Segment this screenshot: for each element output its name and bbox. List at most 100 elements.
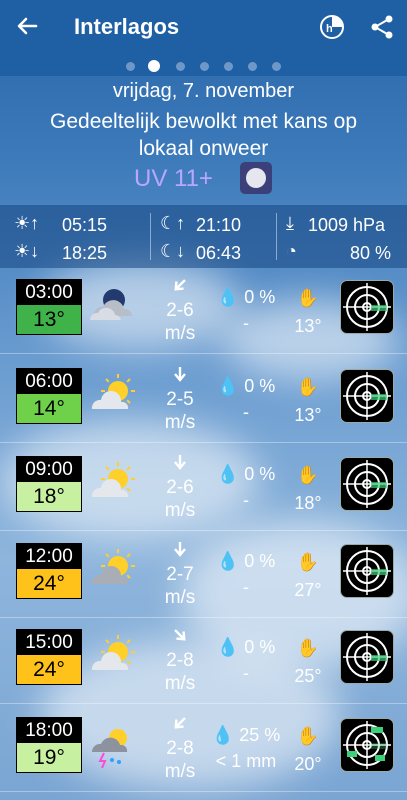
crosshair-icon <box>343 547 391 595</box>
hour-temp: 24° <box>17 569 81 598</box>
sunset-icon: ☀↓ <box>14 241 40 261</box>
radar-thumbnail[interactable] <box>340 369 394 423</box>
weather-description: Gedeeltelijk bewolkt met kans op lokaal … <box>50 110 357 160</box>
hour-time: 12:00 <box>17 544 81 569</box>
hour-time: 03:00 <box>17 280 81 305</box>
wind-direction-icon <box>174 455 186 470</box>
hand-icon: ✋ <box>296 377 320 397</box>
hour-temp: 19° <box>17 743 81 772</box>
wind-direction-icon <box>174 542 186 557</box>
precip-amount: - <box>243 402 249 422</box>
feels-like: ✋ 20° <box>286 722 330 778</box>
wind-range: 2-8 <box>166 650 194 671</box>
wind-speed: 2-8 m/s <box>150 626 210 695</box>
time-temp-box: 15:00 24° <box>16 629 82 685</box>
wind-speed: 2-6 m/s <box>150 276 210 345</box>
hourly-mode-icon[interactable]: h <box>319 14 345 40</box>
radar-thumbnail[interactable] <box>340 280 394 334</box>
wind-direction-icon <box>174 629 186 641</box>
feels-like-temp: 18° <box>294 493 322 513</box>
hour-temp: 18° <box>17 482 81 511</box>
wind-range: 2-7 <box>166 564 194 585</box>
precipitation: 💧 0 % - <box>206 548 286 600</box>
hand-icon: ✋ <box>296 552 320 572</box>
page-indicator[interactable] <box>0 56 407 76</box>
svg-text:h: h <box>326 23 333 35</box>
time-temp-box: 18:00 19° <box>16 717 82 773</box>
hourly-row[interactable]: 15:00 24° 2-8 m/s 💧 0 % - ✋ 25° <box>0 618 407 704</box>
pressure-icon: ⤓ <box>286 213 294 233</box>
moonset-time: 06:43 <box>196 243 242 263</box>
hour-time: 18:00 <box>17 718 81 743</box>
radar-thumbnail[interactable] <box>340 457 394 511</box>
pressure-value: 1009 hPa <box>308 215 386 235</box>
wind-unit: m/s <box>164 500 196 521</box>
radar-thumbnail[interactable] <box>340 630 394 684</box>
page-title: Interlagos <box>74 14 180 39</box>
forecast-date: vrijdag, 7. november <box>112 80 295 102</box>
back-arrow-icon[interactable] <box>14 12 42 40</box>
precip-amount: - <box>243 313 249 333</box>
crosshair-icon <box>343 721 391 769</box>
sun-cloud-icon <box>91 374 135 409</box>
hour-time: 15:00 <box>17 630 81 655</box>
hourly-row[interactable]: 18:00 19° 2-8 m/s 💧 25 % < 1 mm ✋ 20° <box>0 706 407 792</box>
share-icon[interactable] <box>368 13 396 41</box>
feels-like: ✋ 25° <box>286 634 330 690</box>
sun-moon-strip: ☀↑ 05:15 ☀↓ 18:25 ☾↑ 21:10 ☾↓ 06:43 ⤓ 10… <box>0 205 407 268</box>
hourly-row[interactable]: 03:00 13° 2-6 m/s 💧 0 % - ✋ 13° <box>0 268 407 354</box>
row-divider <box>0 442 407 443</box>
precip-amount: - <box>243 577 249 597</box>
uv-index: UV 11+ <box>134 165 213 192</box>
precip-chance: 0 % <box>244 551 276 571</box>
feels-like: ✋ 13° <box>286 284 330 340</box>
hourly-row[interactable]: 12:00 24° 2-7 m/s 💧 0 % - ✋ 27° <box>0 532 407 618</box>
precip-chance: 0 % <box>244 287 276 307</box>
feels-like: ✋ 27° <box>286 548 330 604</box>
sunrise-icon: ☀↑ <box>14 213 40 233</box>
radar-thumbnail[interactable] <box>340 718 394 772</box>
sun-fog-cloud-icon <box>91 549 135 584</box>
moon-phase-icon <box>240 162 272 194</box>
wind-speed: 2-7 m/s <box>150 540 210 609</box>
precip-chance: 25 % <box>239 725 281 745</box>
drop-icon: 💧 <box>216 551 240 571</box>
precipitation: 💧 0 % - <box>206 461 286 513</box>
row-divider <box>0 791 407 792</box>
crosshair-icon <box>343 633 391 681</box>
moonrise-time: 21:10 <box>196 215 242 235</box>
hourly-row[interactable]: 09:00 18° 2-6 m/s 💧 0 % - ✋ 18° <box>0 445 407 531</box>
precip-amount: - <box>243 663 249 683</box>
precipitation: 💧 25 % < 1 mm <box>206 722 286 774</box>
precipitation: 💧 0 % - <box>206 373 286 425</box>
humidity-value: 80 % <box>350 243 392 263</box>
feels-like-temp: 20° <box>294 754 322 774</box>
wind-speed: 2-6 m/s <box>150 453 210 522</box>
crosshair-icon <box>343 283 391 331</box>
drop-icon: 💧 <box>216 637 240 657</box>
wind-direction-icon <box>174 367 186 382</box>
drop-icon: 💧 <box>216 464 240 484</box>
crosshair-icon <box>343 460 391 508</box>
time-temp-box: 12:00 24° <box>16 543 82 599</box>
time-temp-box: 06:00 14° <box>16 368 82 424</box>
drop-icon: 💧 <box>216 376 240 396</box>
wind-unit: m/s <box>164 673 196 694</box>
wind-speed: 2-8 m/s <box>150 714 210 783</box>
precip-chance: 0 % <box>244 637 276 657</box>
time-temp-box: 09:00 18° <box>16 456 82 512</box>
row-divider <box>0 703 407 704</box>
app-bar: Interlagos h <box>0 0 407 56</box>
wind-range: 2-6 <box>166 477 194 498</box>
drop-icon: 💧 <box>211 725 235 745</box>
thunderstorm-icon <box>91 729 128 768</box>
feels-like-temp: 13° <box>294 405 322 425</box>
feels-like: ✋ 13° <box>286 373 330 429</box>
hourly-row[interactable]: 06:00 14° 2-5 m/s 💧 0 % - ✋ 13° <box>0 357 407 443</box>
precip-chance: 0 % <box>244 464 276 484</box>
moonrise-icon: ☾↑ <box>160 213 186 233</box>
radar-thumbnail[interactable] <box>340 544 394 598</box>
drop-icon: 💧 <box>216 287 240 307</box>
wind-speed: 2-5 m/s <box>150 365 210 434</box>
wind-direction-icon <box>174 717 186 729</box>
